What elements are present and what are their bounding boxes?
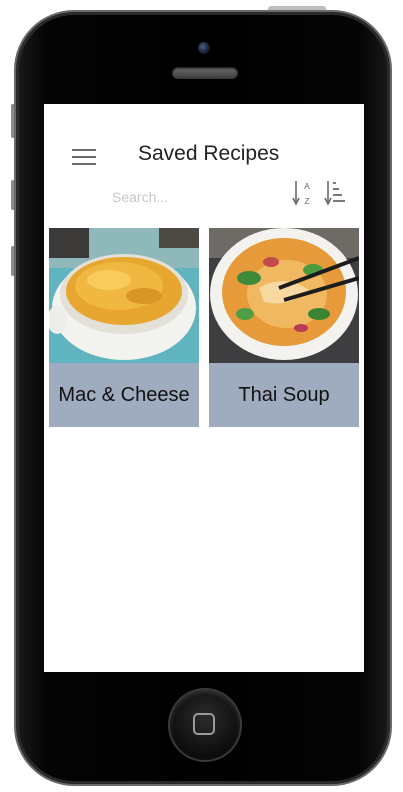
mac-and-cheese-image — [49, 228, 199, 363]
camera-icon — [198, 42, 210, 54]
search-input[interactable] — [112, 186, 262, 208]
sort-list-icon[interactable] — [324, 178, 348, 208]
home-button[interactable] — [170, 690, 240, 760]
recipe-title: Mac & Cheese — [58, 384, 190, 406]
sort-letter-z: Z — [304, 196, 309, 206]
recipe-card-thai-soup[interactable]: Thai Soup — [209, 228, 359, 427]
hamburger-menu-icon[interactable] — [72, 149, 96, 167]
page-title: Saved Recipes — [138, 142, 280, 165]
recipe-title: Thai Soup — [238, 384, 330, 406]
sort-letter-a: A — [304, 181, 310, 191]
recipe-card-mac-and-cheese[interactable]: Mac & Cheese — [49, 228, 199, 427]
thai-soup-image — [209, 228, 359, 363]
speaker-grille — [172, 67, 238, 79]
sort-alphabetical-icon[interactable]: A Z — [292, 178, 314, 208]
home-square-icon — [193, 713, 215, 735]
app-screen: Saved Recipes A Z — [44, 104, 364, 672]
